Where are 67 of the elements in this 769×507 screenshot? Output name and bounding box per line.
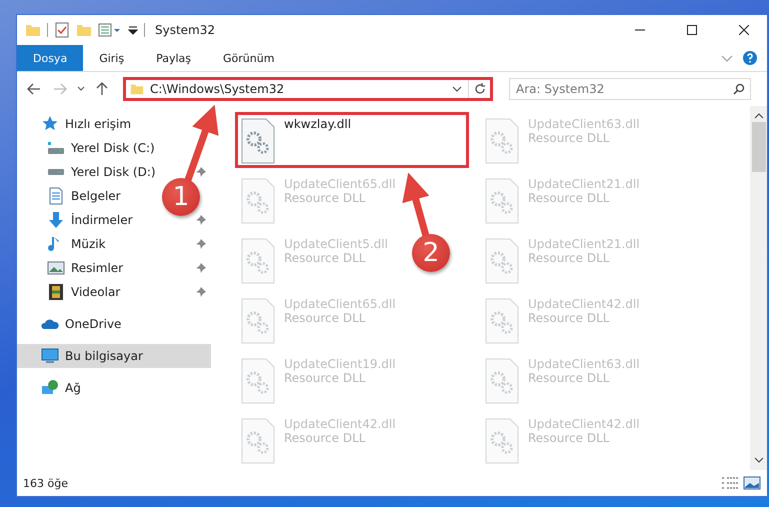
ribbon-tab[interactable]: Paylaş — [140, 45, 207, 71]
pictures-icon — [47, 259, 65, 277]
pin-icon[interactable] — [195, 238, 207, 250]
forward-arrow-icon — [53, 83, 67, 95]
dropdown-icon[interactable] — [452, 85, 462, 93]
ribbon-tab[interactable]: Görünüm — [207, 45, 290, 71]
refresh-icon — [474, 83, 486, 95]
documents-icon — [47, 187, 65, 205]
sidebar-item[interactable]: İndirmeler — [17, 208, 137, 232]
pin-icon[interactable] — [195, 286, 207, 298]
file-name[interactable]: wkwzlay.dll — [284, 117, 352, 131]
sidebar-item[interactable]: Hızlı erişim — [17, 112, 136, 136]
details-view-icon[interactable] — [721, 476, 739, 490]
drive-icon — [47, 168, 65, 176]
star-icon — [41, 115, 59, 133]
ribbon-tab[interactable]: Giriş — [83, 45, 140, 71]
chevron-down-icon — [77, 86, 85, 92]
sidebar-item[interactable]: Bu bilgisayar — [17, 344, 211, 368]
help-icon[interactable] — [743, 51, 757, 65]
file-type: Resource DLL — [528, 251, 610, 265]
search-field[interactable]: Ara: System32 — [509, 78, 751, 100]
scroll-up-icon[interactable] — [754, 112, 764, 120]
pin-icon[interactable] — [195, 262, 207, 274]
file-type: Resource DLL — [284, 191, 366, 205]
item-count: 163 öğe — [23, 476, 69, 490]
pin-icon[interactable] — [195, 214, 207, 226]
dll-file-icon[interactable] — [240, 117, 276, 165]
sidebar-item[interactable]: Belgeler — [17, 184, 125, 208]
maximize-icon — [687, 25, 697, 35]
sidebar-item[interactable]: Videolar — [17, 280, 124, 304]
pin-icon[interactable] — [195, 166, 207, 178]
computer-icon — [41, 347, 59, 365]
search-icon[interactable] — [733, 83, 745, 95]
file-type: Resource DLL — [528, 311, 610, 325]
sidebar-item[interactable]: Yerel Disk (C:) — [17, 136, 159, 160]
file-type: Resource DLL — [528, 431, 610, 445]
close-icon — [739, 25, 749, 35]
address-path: C:\Windows\System32 — [150, 82, 286, 96]
file-type: Resource DLL — [284, 251, 366, 265]
sidebar-item[interactable]: Ağ — [17, 376, 85, 400]
annotation-arrow — [402, 172, 430, 237]
back-arrow-icon — [27, 83, 41, 95]
properties-icon[interactable] — [54, 22, 70, 38]
address-bar[interactable]: C:\Windows\System32 — [123, 77, 493, 101]
file-type: Resource DLL — [284, 431, 366, 445]
videos-icon — [47, 283, 65, 301]
file-type: Resource DLL — [528, 131, 610, 145]
file-type: Resource DLL — [528, 191, 610, 205]
window-title: System32 — [155, 23, 216, 37]
sidebar-item[interactable]: OneDrive — [17, 312, 126, 336]
layout-icon[interactable] — [98, 22, 122, 38]
sidebar-item[interactable]: Müzik — [17, 232, 110, 256]
sidebar-item[interactable]: Resimler — [17, 256, 128, 280]
drive-c-icon — [47, 139, 65, 157]
network-icon — [41, 379, 59, 397]
ribbon-tab[interactable]: Dosya — [17, 45, 84, 71]
sidebar-item[interactable]: Yerel Disk (D:) — [17, 160, 160, 184]
file-type: Resource DLL — [284, 311, 366, 325]
download-icon — [47, 211, 65, 229]
up-arrow-icon — [96, 82, 108, 96]
file-type: Resource DLL — [284, 371, 366, 385]
scrollbar[interactable] — [750, 106, 767, 470]
scroll-down-icon[interactable] — [754, 456, 764, 464]
folder-icon — [130, 82, 144, 96]
large-icons-view-icon[interactable] — [743, 476, 761, 490]
file-type: Resource DLL — [528, 371, 610, 385]
scroll-thumb[interactable] — [752, 122, 766, 172]
